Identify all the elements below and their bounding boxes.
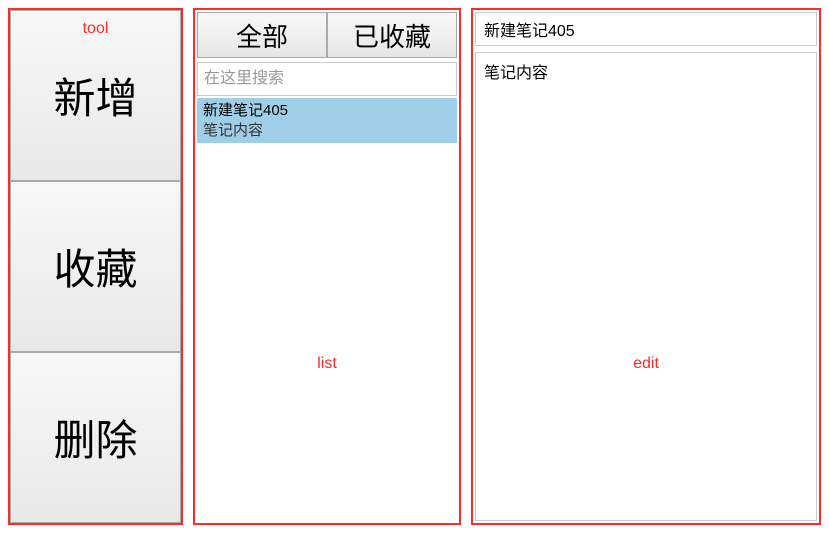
note-body-textarea[interactable]: [475, 52, 817, 521]
note-title-input[interactable]: [475, 12, 817, 46]
tool-panel: tool 新增 收藏 删除: [8, 8, 183, 525]
delete-button[interactable]: 删除: [10, 352, 181, 523]
tab-favorited[interactable]: 已收藏: [327, 12, 457, 58]
list-tabs: 全部 已收藏: [197, 12, 457, 58]
favorite-button[interactable]: 收藏: [10, 181, 181, 352]
list-item-preview: 笔记内容: [203, 121, 451, 141]
list-item[interactable]: 新建笔记405 笔记内容: [197, 98, 457, 143]
search-input[interactable]: [197, 62, 457, 96]
edit-panel: edit: [471, 8, 821, 525]
note-list: 新建笔记405 笔记内容: [197, 98, 457, 521]
list-item-title: 新建笔记405: [203, 101, 451, 121]
tab-all[interactable]: 全部: [197, 12, 327, 58]
list-panel: list 全部 已收藏 新建笔记405 笔记内容: [193, 8, 461, 525]
add-button[interactable]: 新增: [10, 10, 181, 181]
